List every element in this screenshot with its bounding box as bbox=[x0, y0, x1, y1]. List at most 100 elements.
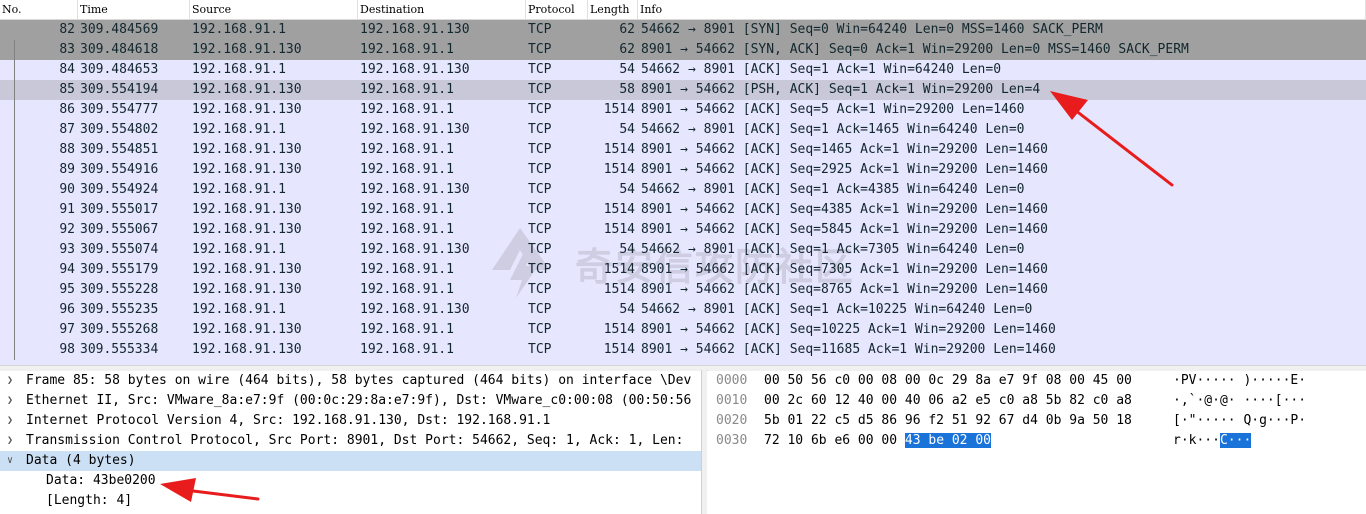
packet-length: 58 bbox=[619, 82, 635, 97]
byte-offset: 0010 bbox=[716, 393, 748, 408]
packet-protocol: TCP bbox=[528, 162, 552, 177]
tree-node[interactable]: ❯ Frame 85: 58 bytes on wire (464 bits), … bbox=[0, 371, 701, 391]
tree-node[interactable]: ∨ Data (4 bytes) bbox=[0, 451, 701, 471]
packet-destination: 192.168.91.130 bbox=[360, 302, 470, 317]
ascii-bytes[interactable]: ·,`·@·@· ····[··· bbox=[1173, 391, 1306, 411]
packet-time: 309.554916 bbox=[80, 162, 159, 177]
tree-node-label: Frame 85: 58 bytes on wire (464 bits), 5… bbox=[26, 373, 692, 388]
packet-no: 90 bbox=[59, 182, 75, 197]
packet-destination: 192.168.91.1 bbox=[360, 42, 454, 57]
hex-bytes[interactable]: 5b 01 22 c5 d5 86 96 f2 51 92 67 d4 0b 9… bbox=[764, 411, 1132, 431]
packet-list[interactable]: No. Time Source Destination Protocol Length In… bbox=[0, 0, 1366, 365]
packet-info: 8901 → 54662 [ACK] Seq=5 Ack=1 Win=29200… bbox=[641, 102, 1025, 117]
chevron-right-icon[interactable]: ❯ bbox=[7, 391, 13, 411]
packet-destination: 192.168.91.130 bbox=[360, 62, 470, 77]
packet-time: 309.555235 bbox=[80, 302, 159, 317]
packet-protocol: TCP bbox=[528, 242, 552, 257]
packet-time: 309.554194 bbox=[80, 82, 159, 97]
packet-info: 54662 → 8901 [ACK] Seq=1 Ack=4385 Win=64… bbox=[641, 182, 1025, 197]
packet-protocol: TCP bbox=[528, 222, 552, 237]
column-header-protocol[interactable]: Protocol bbox=[526, 0, 588, 19]
packet-length: 54 bbox=[619, 182, 635, 197]
packet-source: 192.168.91.130 bbox=[192, 82, 302, 97]
packet-source: 192.168.91.130 bbox=[192, 282, 302, 297]
packet-row[interactable]: 98 309.555334 192.168.91.130 192.168.91.1 TC… bbox=[0, 340, 1366, 360]
ascii-bytes-highlight[interactable]: C··· bbox=[1219, 433, 1252, 448]
byte-offset: 0000 bbox=[716, 373, 748, 388]
packet-no: 95 bbox=[59, 282, 75, 297]
packet-details-tree[interactable]: ❯ Frame 85: 58 bytes on wire (464 bits), … bbox=[0, 371, 701, 514]
bytes-row: 0010 00 2c 60 12 40 00 40 06 a2 e5 c0 a8 … bbox=[707, 391, 1366, 411]
packet-protocol: TCP bbox=[528, 82, 552, 97]
packet-row[interactable]: 82 309.484569 192.168.91.1 192.168.91.130 TC… bbox=[0, 20, 1366, 40]
packet-no: 92 bbox=[59, 222, 75, 237]
column-header-time[interactable]: Time bbox=[78, 0, 190, 19]
packet-no: 85 bbox=[59, 82, 75, 97]
packet-list-header: No. Time Source Destination Protocol Length In… bbox=[0, 0, 1366, 20]
packet-row[interactable]: 83 309.484618 192.168.91.130 192.168.91.1 TC… bbox=[0, 40, 1366, 60]
packet-row[interactable]: 92 309.555067 192.168.91.130 192.168.91.1 TC… bbox=[0, 220, 1366, 240]
packet-info: 54662 → 8901 [ACK] Seq=1 Ack=1465 Win=64… bbox=[641, 122, 1025, 137]
column-header-no[interactable]: No. bbox=[0, 0, 78, 19]
packet-row[interactable]: 95 309.555228 192.168.91.130 192.168.91.1 TC… bbox=[0, 280, 1366, 300]
packet-protocol: TCP bbox=[528, 302, 552, 317]
packet-row[interactable]: 86 309.554777 192.168.91.130 192.168.91.1 TC… bbox=[0, 100, 1366, 120]
packet-row[interactable]: 85 309.554194 192.168.91.130 192.168.91.1 TC… bbox=[0, 80, 1366, 100]
ascii-bytes[interactable]: [·"····· Q·g···P· bbox=[1173, 411, 1306, 431]
packet-row[interactable]: 88 309.554851 192.168.91.130 192.168.91.1 TC… bbox=[0, 140, 1366, 160]
packet-row[interactable]: 91 309.555017 192.168.91.130 192.168.91.1 TC… bbox=[0, 200, 1366, 220]
packet-info: 8901 → 54662 [ACK] Seq=7305 Ack=1 Win=29… bbox=[641, 262, 1048, 277]
packet-bytes-pane[interactable]: 0000 00 50 56 c0 00 08 00 0c 29 8a e7 9f … bbox=[707, 371, 1366, 514]
packet-no: 97 bbox=[59, 322, 75, 337]
packet-source: 192.168.91.130 bbox=[192, 42, 302, 57]
packet-row[interactable]: 84 309.484653 192.168.91.1 192.168.91.130 TC… bbox=[0, 60, 1366, 80]
packet-row[interactable]: 96 309.555235 192.168.91.1 192.168.91.130 TC… bbox=[0, 300, 1366, 320]
packet-protocol: TCP bbox=[528, 322, 552, 337]
hex-bytes[interactable]: 00 2c 60 12 40 00 40 06 a2 e5 c0 a8 5b 8… bbox=[764, 391, 1132, 411]
chevron-right-icon[interactable]: ❯ bbox=[7, 371, 13, 391]
packet-destination: 192.168.91.1 bbox=[360, 142, 454, 157]
packet-row[interactable]: 97 309.555268 192.168.91.130 192.168.91.1 TC… bbox=[0, 320, 1366, 340]
chevron-right-icon[interactable]: ❯ bbox=[7, 411, 13, 431]
hex-bytes[interactable]: 72 10 6b e6 00 00 43 be 02 00 bbox=[764, 431, 991, 451]
packet-time: 309.484569 bbox=[80, 22, 159, 37]
hex-bytes-highlight[interactable]: 43 be 02 00 bbox=[904, 433, 991, 448]
packet-length: 54 bbox=[619, 62, 635, 77]
packet-length: 1514 bbox=[603, 342, 635, 357]
packet-protocol: TCP bbox=[528, 42, 552, 57]
packet-no: 94 bbox=[59, 262, 75, 277]
tree-node[interactable]: ❯ Transmission Control Protocol, Src Port… bbox=[0, 431, 701, 451]
packet-no: 88 bbox=[59, 142, 75, 157]
column-header-info[interactable]: Info bbox=[638, 0, 1366, 19]
column-header-destination[interactable]: Destination bbox=[358, 0, 526, 19]
packet-info: 54662 → 8901 [ACK] Seq=1 Ack=10225 Win=6… bbox=[641, 302, 1033, 317]
packet-row[interactable]: 94 309.555179 192.168.91.130 192.168.91.1 TC… bbox=[0, 260, 1366, 280]
bytes-row: 0030 72 10 6b e6 00 00 43 be 02 00 r·k···C… bbox=[707, 431, 1366, 451]
packet-destination: 192.168.91.1 bbox=[360, 162, 454, 177]
packet-row[interactable]: 89 309.554916 192.168.91.130 192.168.91.1 TC… bbox=[0, 160, 1366, 180]
packet-length: 1514 bbox=[603, 322, 635, 337]
packet-row[interactable]: 93 309.555074 192.168.91.1 192.168.91.130 TC… bbox=[0, 240, 1366, 260]
column-header-length[interactable]: Length bbox=[588, 0, 638, 19]
tree-node-label: Transmission Control Protocol, Src Port:… bbox=[26, 433, 684, 448]
tree-child-node[interactable]: Data: 43be0200 bbox=[0, 471, 701, 491]
packet-time: 309.555228 bbox=[80, 282, 159, 297]
tree-node-label: Internet Protocol Version 4, Src: 192.16… bbox=[26, 413, 551, 428]
packet-info: 8901 → 54662 [ACK] Seq=4385 Ack=1 Win=29… bbox=[641, 202, 1048, 217]
packet-row[interactable]: 90 309.554924 192.168.91.1 192.168.91.130 TC… bbox=[0, 180, 1366, 200]
bytes-row: 0000 00 50 56 c0 00 08 00 0c 29 8a e7 9f … bbox=[707, 371, 1366, 391]
ascii-bytes[interactable]: r·k···C··· bbox=[1173, 431, 1252, 451]
packet-destination: 192.168.91.1 bbox=[360, 82, 454, 97]
packet-row[interactable]: 87 309.554802 192.168.91.1 192.168.91.130 TC… bbox=[0, 120, 1366, 140]
column-header-source[interactable]: Source bbox=[190, 0, 358, 19]
ascii-bytes[interactable]: ·PV····· )·····E· bbox=[1173, 371, 1306, 391]
packet-source: 192.168.91.1 bbox=[192, 62, 286, 77]
tree-child-node[interactable]: [Length: 4] bbox=[0, 491, 701, 511]
tree-node[interactable]: ❯ Ethernet II, Src: VMware_8a:e7:9f (00:0… bbox=[0, 391, 701, 411]
chevron-right-icon[interactable]: ❯ bbox=[7, 431, 13, 451]
hex-bytes[interactable]: 00 50 56 c0 00 08 00 0c 29 8a e7 9f 08 0… bbox=[764, 371, 1132, 391]
packet-source: 192.168.91.1 bbox=[192, 182, 286, 197]
chevron-down-icon[interactable]: ∨ bbox=[7, 451, 13, 471]
packet-destination: 192.168.91.130 bbox=[360, 22, 470, 37]
tree-node[interactable]: ❯ Internet Protocol Version 4, Src: 192.1… bbox=[0, 411, 701, 431]
